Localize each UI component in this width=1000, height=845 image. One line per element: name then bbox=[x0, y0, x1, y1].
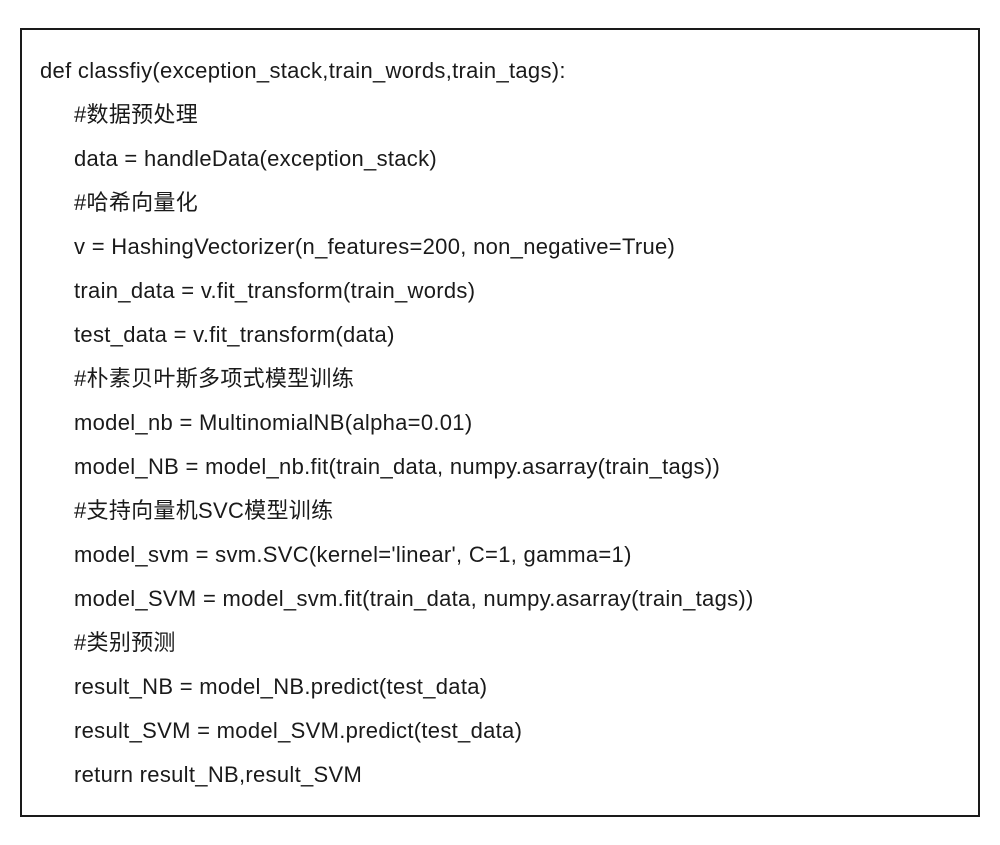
code-line: result_NB = model_NB.predict(test_data) bbox=[40, 676, 960, 698]
code-line: #支持向量机SVC模型训练 bbox=[40, 500, 960, 522]
code-line: model_svm = svm.SVC(kernel='linear', C=1… bbox=[40, 544, 960, 566]
code-line: #朴素贝叶斯多项式模型训练 bbox=[40, 368, 960, 390]
code-line: train_data = v.fit_transform(train_words… bbox=[40, 280, 960, 302]
code-line: def classfiy(exception_stack,train_words… bbox=[40, 60, 960, 82]
code-line: result_SVM = model_SVM.predict(test_data… bbox=[40, 720, 960, 742]
code-line: v = HashingVectorizer(n_features=200, no… bbox=[40, 236, 960, 258]
code-line: #类别预测 bbox=[40, 632, 960, 654]
code-line: #数据预处理 bbox=[40, 104, 960, 126]
code-line: return result_NB,result_SVM bbox=[40, 764, 960, 786]
code-line: model_nb = MultinomialNB(alpha=0.01) bbox=[40, 412, 960, 434]
code-line: #哈希向量化 bbox=[40, 192, 960, 214]
code-line: data = handleData(exception_stack) bbox=[40, 148, 960, 170]
code-block: def classfiy(exception_stack,train_words… bbox=[20, 28, 980, 817]
code-line: model_SVM = model_svm.fit(train_data, nu… bbox=[40, 588, 960, 610]
code-line: model_NB = model_nb.fit(train_data, nump… bbox=[40, 456, 960, 478]
code-line: test_data = v.fit_transform(data) bbox=[40, 324, 960, 346]
